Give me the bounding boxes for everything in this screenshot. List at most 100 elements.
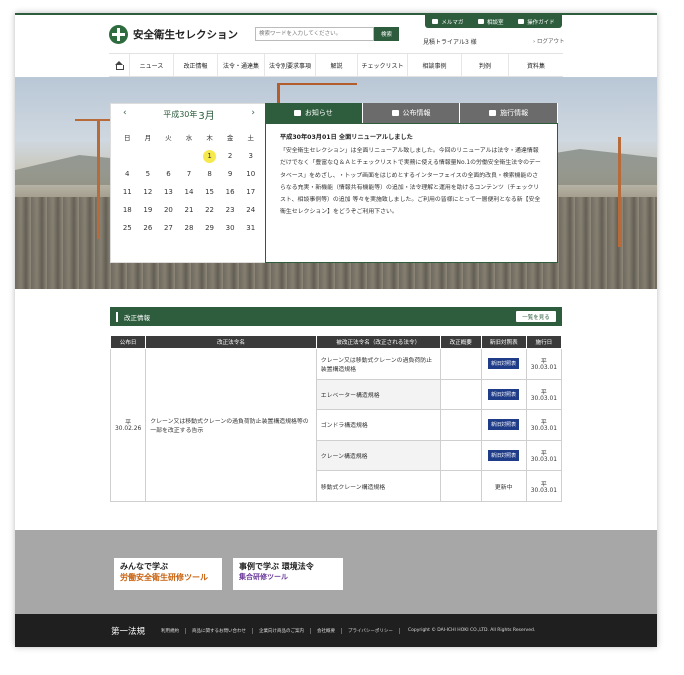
calendar-day[interactable]: 12 — [138, 186, 159, 199]
logout-link[interactable]: › ログアウト — [533, 37, 564, 45]
user-name: 見積トライアル3 様 — [423, 39, 477, 46]
calendar-day[interactable]: 5 — [138, 168, 159, 181]
footer-link-terms[interactable]: 利用規約 — [155, 627, 187, 634]
comparison-table-button[interactable]: 新旧対照表 — [488, 358, 520, 370]
calendar-day[interactable]: 20 — [158, 204, 179, 217]
footer: 第一法規 利用規約 商品に関するお問い合わせ 企業向け商品のご案内 会社概要 プ… — [15, 614, 657, 647]
notice-title[interactable]: 平成30年03月01日 全面リニューアルしました — [280, 132, 543, 141]
nav-cases[interactable]: 相談事例 — [408, 54, 462, 76]
calendar-day[interactable]: 3 — [240, 150, 261, 163]
mail-icon — [432, 19, 439, 24]
comparison-table-button[interactable]: 新旧対照表 — [488, 450, 520, 462]
calendar-day[interactable]: 18 — [117, 204, 138, 217]
nav-news[interactable]: ニュース — [130, 54, 174, 76]
calendar-day[interactable]: 8 — [199, 168, 220, 181]
nav-laws[interactable]: 法令・通達集 — [218, 54, 265, 76]
tab-promulgation[interactable]: 公布情報 — [362, 103, 461, 123]
calendar-day[interactable]: 25 — [117, 222, 138, 235]
calendar-day[interactable]: 7 — [179, 168, 200, 181]
nav-revisions[interactable]: 改正情報 — [174, 54, 218, 76]
effective-date: 平30.03.01 — [525, 470, 563, 502]
comparison-table-button[interactable]: 新旧対照表 — [488, 419, 520, 431]
col-comparison: 新旧対照表 — [480, 335, 527, 349]
tab-enforcement[interactable]: 施行情報 — [460, 103, 559, 123]
notice-icon — [293, 110, 301, 116]
calendar-day[interactable]: 31 — [240, 222, 261, 235]
prev-month-icon[interactable]: ‹ — [123, 108, 127, 118]
calendar-day[interactable]: 30 — [220, 222, 241, 235]
calendar-day[interactable]: 19 — [138, 204, 159, 217]
hero-crane-arm — [277, 83, 357, 85]
nav-checklist[interactable]: チェックリスト — [358, 54, 408, 76]
mail-magazine-link[interactable]: メルマガ — [432, 18, 463, 26]
banner-line: 集合研修ツール — [239, 573, 288, 581]
notice-tabs: お知らせ 公布情報 施行情報 — [265, 103, 559, 123]
copyright: Copyright © DAI-ICHI HOKI CO.,LTD. All R… — [407, 628, 536, 633]
col-summary: 改正概要 — [439, 335, 482, 349]
tab-notices[interactable]: お知らせ — [265, 103, 363, 123]
consultation-link[interactable]: 相談室 — [477, 18, 503, 26]
calendar-day[interactable]: 17 — [240, 186, 261, 199]
calendar-day[interactable]: 15 — [199, 186, 220, 199]
calendar-day[interactable]: 9 — [220, 168, 241, 181]
search-button[interactable]: 検索 — [374, 27, 399, 41]
search-input[interactable] — [255, 27, 374, 41]
calendar-day[interactable]: 6 — [158, 168, 179, 181]
footer-link-company[interactable]: 会社概要 — [311, 627, 343, 634]
comparison-cell: 新旧対照表 — [480, 439, 527, 472]
comparison-table-button[interactable]: 新旧対照表 — [488, 388, 520, 400]
revision-header: 改正情報 一覧を見る — [110, 307, 562, 326]
environment-law-banner[interactable]: 事例で学ぶ 環境法令 集合研修ツール — [233, 558, 343, 590]
revision-title: 改正情報 — [124, 313, 150, 322]
calendar-day[interactable]: 1 — [203, 150, 217, 163]
calendar-day[interactable]: 29 — [199, 222, 220, 235]
search-form: 検索 — [255, 27, 399, 41]
training-tool-banner[interactable]: みんなで学ぶ 労働安全衛生研修ツール — [114, 558, 222, 590]
calendar-day[interactable]: 4 — [117, 168, 138, 181]
calendar-day[interactable]: 24 — [240, 204, 261, 217]
guide-link[interactable]: 操作ガイド — [518, 18, 555, 26]
view-all-button[interactable]: 一覧を見る — [516, 311, 556, 322]
calendar-weekday: 日 — [124, 134, 131, 142]
effective-date: 平30.03.01 — [525, 378, 563, 411]
summary-cell — [439, 470, 482, 502]
calendar-day[interactable]: 22 — [199, 204, 220, 217]
effective-date: 平30.03.01 — [525, 348, 563, 380]
col-law: 改正法令名 — [145, 335, 317, 349]
document-icon — [489, 110, 497, 116]
next-month-icon[interactable]: › — [251, 108, 255, 118]
site-logo[interactable]: 安全衛生セレクション — [109, 25, 238, 44]
banner-line: 労働安全衛生研修ツール — [120, 573, 208, 582]
target-law[interactable]: クレーン構造規格 — [315, 439, 441, 472]
footer-logo[interactable]: 第一法規 — [111, 625, 145, 637]
calendar-day[interactable]: 21 — [179, 204, 200, 217]
calendar-day[interactable]: 27 — [158, 222, 179, 235]
calendar-empty — [158, 150, 179, 163]
footer-link-contact[interactable]: 商品に関するお問い合わせ — [186, 627, 254, 634]
target-law[interactable]: ゴンドラ構造規格 — [315, 409, 441, 441]
nav-home[interactable] — [109, 54, 130, 76]
footer-link-corporate[interactable]: 企業向け商品のご案内 — [253, 627, 312, 634]
calendar-day[interactable]: 16 — [220, 186, 241, 199]
nav-commentary[interactable]: 解説 — [316, 54, 358, 76]
nav-judgments[interactable]: 判例 — [462, 54, 509, 76]
revision-table: 公布日 改正法令名 被改正法令名（改正される法令） 改正概要 新旧対照表 施行日… — [109, 335, 563, 502]
target-law[interactable]: 移動式クレーン構造規格 — [315, 470, 441, 502]
calendar-day[interactable]: 11 — [117, 186, 138, 199]
calendar-day[interactable]: 2 — [220, 150, 241, 163]
calendar-day[interactable]: 10 — [240, 168, 261, 181]
calendar-day[interactable]: 13 — [158, 186, 179, 199]
comparison-cell: 新旧対照表 — [480, 409, 527, 441]
nav-requirements[interactable]: 法令別要求事項 — [265, 54, 316, 76]
target-law[interactable]: クレーン又は移動式クレーンの過負荷防止装置構造規格 — [315, 348, 441, 380]
updating-status: 更新中 — [480, 470, 527, 502]
calendar-day[interactable]: 28 — [179, 222, 200, 235]
footer-link-privacy[interactable]: プライバシーポリシー — [342, 627, 400, 634]
target-law[interactable]: エレベーター構造規格 — [315, 378, 441, 411]
nav-materials[interactable]: 資料集 — [509, 54, 563, 76]
calendar-day[interactable]: 14 — [179, 186, 200, 199]
calendar-day[interactable]: 26 — [138, 222, 159, 235]
user-icon — [477, 19, 484, 24]
calendar-day[interactable]: 23 — [220, 204, 241, 217]
law-name[interactable]: クレーン又は移動式クレーンの過負荷防止装置構造規格等の一部を改正する告示 — [145, 348, 317, 502]
